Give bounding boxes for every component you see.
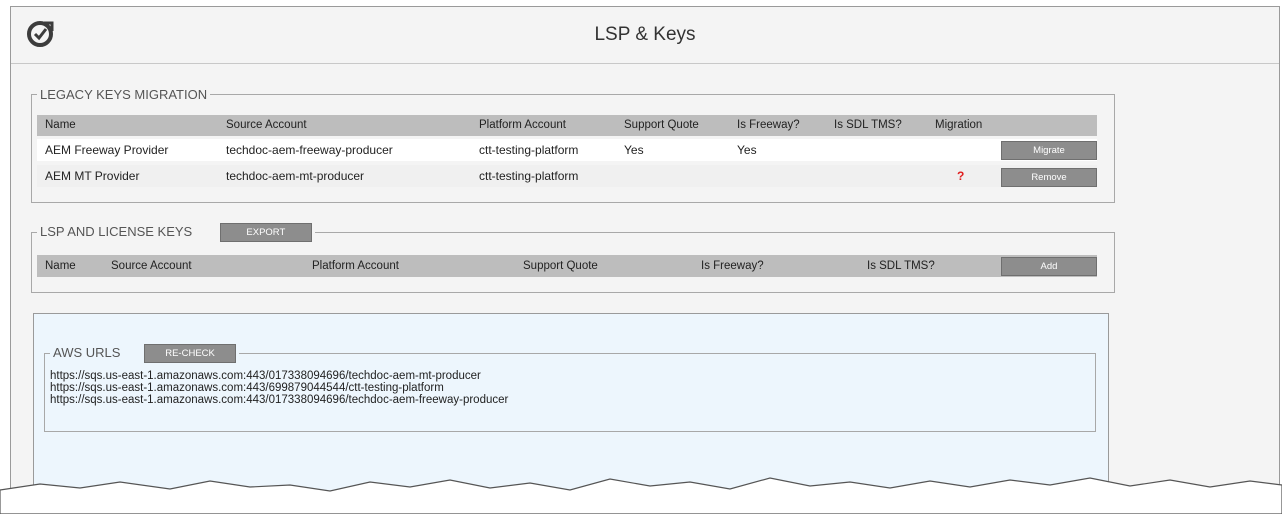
aws-urls-legend-wrapper: AWS URLS RE-CHECK: [50, 344, 239, 363]
export-button[interactable]: EXPORT: [219, 223, 312, 242]
aws-urls-legend: AWS URLS: [53, 344, 121, 360]
page-header: LSP & Keys: [11, 7, 1279, 64]
row-source-account: techdoc-aem-mt-producer: [226, 169, 365, 183]
legacy-keys-legend: LEGACY KEYS MIGRATION: [40, 87, 208, 102]
add-button[interactable]: Add: [1001, 257, 1097, 276]
col-migration: Migration: [935, 119, 983, 131]
recheck-button[interactable]: RE-CHECK: [144, 344, 237, 363]
aws-url-item: https://sqs.us-east-1.amazonaws.com:443/…: [50, 394, 509, 406]
row-support-quote: Yes: [624, 143, 644, 157]
col-platform-account: Platform Account: [312, 260, 399, 272]
migration-warning-icon[interactable]: ?: [957, 169, 964, 183]
col-source-account: Source Account: [111, 260, 192, 272]
col-is-sdl-tms: Is SDL TMS?: [867, 260, 935, 272]
col-source-account: Source Account: [226, 119, 307, 131]
row-platform-account: ctt-testing-platform: [479, 143, 579, 157]
page-title: LSP & Keys: [594, 24, 696, 45]
col-support-quote: Support Quote: [523, 260, 598, 272]
aws-url-item: https://sqs.us-east-1.amazonaws.com:443/…: [50, 370, 481, 382]
lsp-keys-legend-wrapper: LSP AND LICENSE KEYS EXPORT: [37, 223, 315, 242]
col-name: Name: [45, 260, 76, 272]
table-row: AEM MT Provider techdoc-aem-mt-producer …: [37, 165, 1097, 187]
col-is-freeway: Is Freeway?: [701, 260, 764, 272]
lsp-keys-window: LSP & Keys LEGACY KEYS MIGRATION Name So…: [10, 6, 1280, 508]
col-name: Name: [45, 119, 76, 131]
migrate-button[interactable]: Migrate: [1001, 141, 1097, 160]
table-row: AEM Freeway Provider techdoc-aem-freeway…: [37, 139, 1097, 161]
row-name: AEM Freeway Provider: [45, 143, 169, 157]
col-support-quote: Support Quote: [624, 119, 699, 131]
row-name: AEM MT Provider: [45, 169, 140, 183]
col-platform-account: Platform Account: [479, 119, 566, 131]
row-source-account: techdoc-aem-freeway-producer: [226, 143, 393, 157]
col-is-sdl-tms: Is SDL TMS?: [834, 119, 902, 131]
row-platform-account: ctt-testing-platform: [479, 169, 579, 183]
torn-edge-decoration: [0, 477, 1282, 514]
col-is-freeway: Is Freeway?: [737, 119, 800, 131]
lsp-keys-legend: LSP AND LICENSE KEYS: [40, 223, 193, 239]
lsp-table-header: Name Source Account Platform Account Sup…: [37, 255, 1097, 277]
legacy-table-header: Name Source Account Platform Account Sup…: [37, 115, 1097, 136]
remove-button[interactable]: Remove: [1001, 168, 1097, 187]
row-is-freeway: Yes: [737, 143, 757, 157]
aws-url-list: https://sqs.us-east-1.amazonaws.com:443/…: [50, 370, 508, 406]
aws-url-item: https://sqs.us-east-1.amazonaws.com:443/…: [50, 382, 444, 394]
